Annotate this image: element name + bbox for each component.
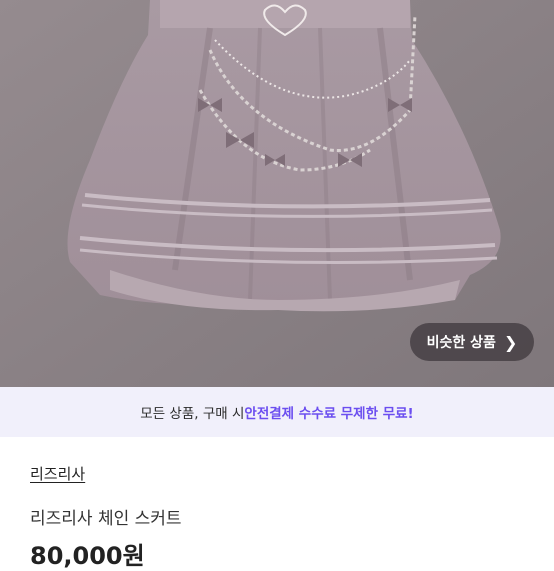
promo-banner-prefix: 모든 상품, 구매 시 [140,406,245,422]
similar-products-label: 비슷한 상품 [426,335,496,351]
chevron-right-icon: ❯ [503,332,518,352]
product-title: 리즈리사 체인 스커트 [30,509,182,529]
promo-banner[interactable]: 모든 상품, 구매 시 안전결제 수수료 무제한 무료! [0,387,554,437]
promo-banner-highlight: 안전결제 수수료 무제한 무료! [244,406,414,422]
shop-name-link[interactable]: 리즈리사 [30,463,85,484]
similar-products-button[interactable]: 비슷한 상품 ❯ [410,323,534,361]
product-photo[interactable]: 비슷한 상품 ❯ [0,0,554,387]
